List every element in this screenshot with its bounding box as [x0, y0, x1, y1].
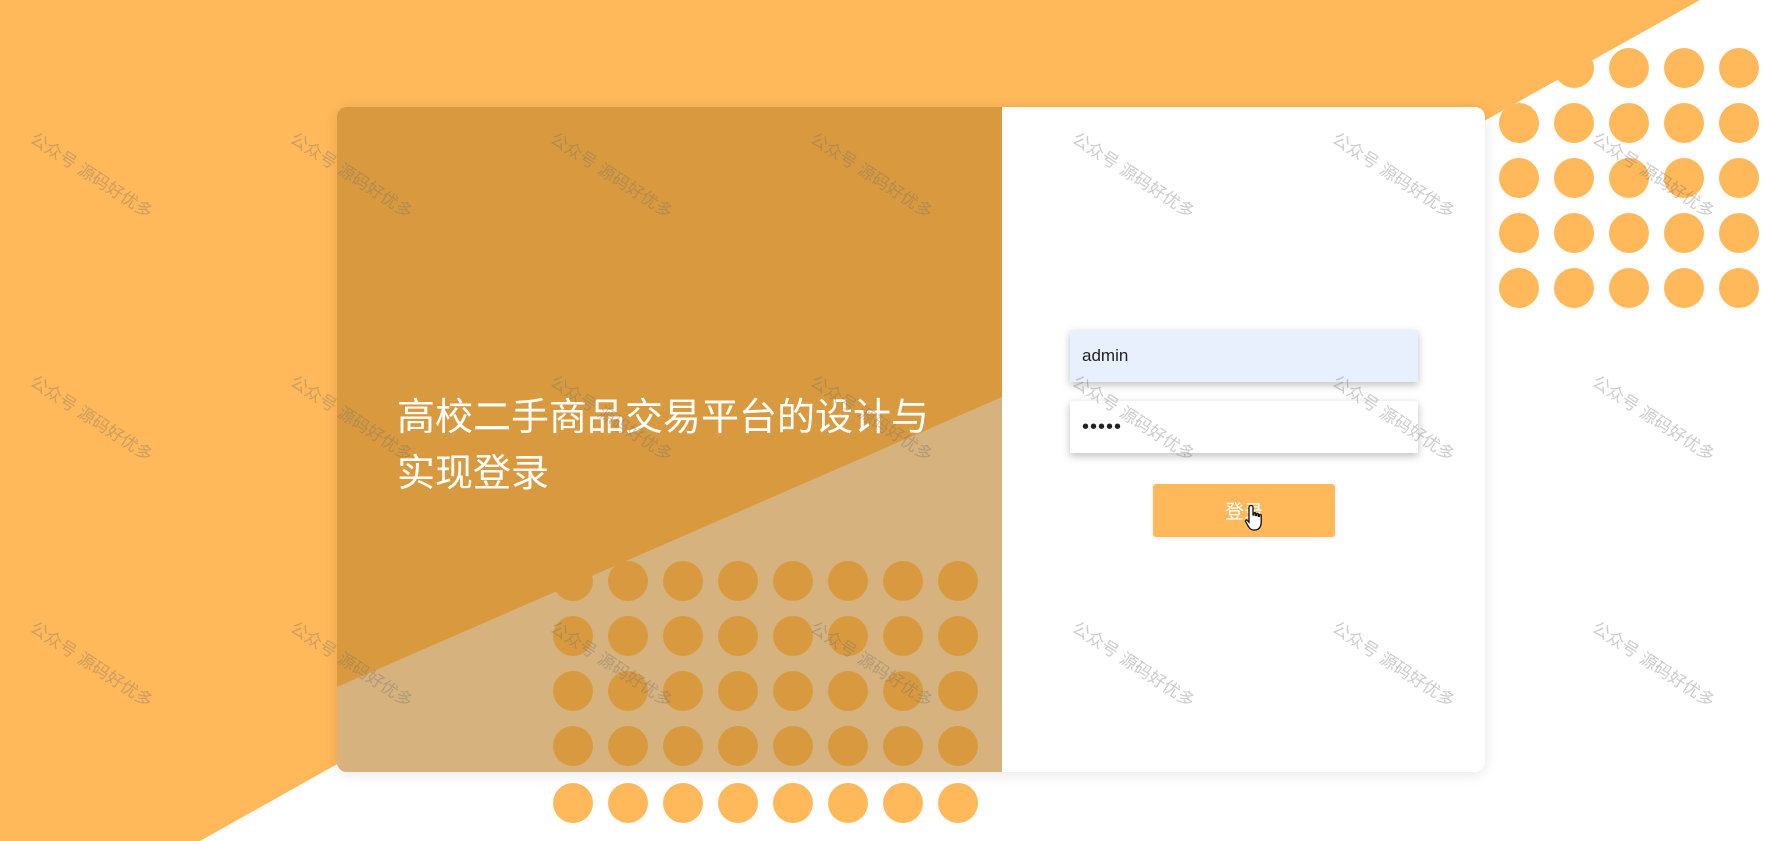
- decorative-dot: [1499, 268, 1539, 308]
- decorative-dot: [663, 616, 703, 656]
- decorative-dot: [883, 783, 923, 823]
- decorative-dot: [773, 616, 813, 656]
- decorative-dot: [938, 726, 978, 766]
- system-title: 高校二手商品交易平台的设计与实现登录: [397, 395, 930, 495]
- decorative-dot: [1719, 268, 1759, 308]
- decorative-dot: [1664, 103, 1704, 143]
- decorative-dot: [1499, 213, 1539, 253]
- decorative-dot: [1609, 48, 1649, 88]
- decorative-dot: [718, 616, 758, 656]
- decorative-dot: [1554, 48, 1594, 88]
- decorative-dot: [828, 561, 868, 601]
- decorative-dot: [883, 726, 923, 766]
- decorative-dot: [883, 671, 923, 711]
- decorative-dot: [1664, 213, 1704, 253]
- decorative-dot: [553, 783, 593, 823]
- decorative-dot: [938, 616, 978, 656]
- decorative-dot: [608, 616, 648, 656]
- decorative-dot: [663, 671, 703, 711]
- decorative-dot: [718, 783, 758, 823]
- decorative-dot: [1609, 213, 1649, 253]
- decorative-dot: [828, 671, 868, 711]
- decorative-dot: [1719, 48, 1759, 88]
- decorative-dot: [1719, 103, 1759, 143]
- decorative-dot: [1664, 48, 1704, 88]
- login-card: 高校二手商品交易平台的设计与实现登录 登录: [337, 107, 1485, 772]
- decorative-dot: [718, 671, 758, 711]
- decorative-dot: [1664, 158, 1704, 198]
- decorative-dot: [773, 561, 813, 601]
- decorative-dot: [1664, 268, 1704, 308]
- decorative-dot: [1499, 158, 1539, 198]
- decorative-dot: [1719, 158, 1759, 198]
- decorative-dot: [553, 616, 593, 656]
- dot-grid-bottom: [553, 783, 978, 823]
- decorative-dot: [1609, 268, 1649, 308]
- decorative-dot: [828, 783, 868, 823]
- login-form-panel: 登录: [1002, 107, 1485, 772]
- decorative-dot: [773, 783, 813, 823]
- decorative-dot: [883, 561, 923, 601]
- decorative-dot: [883, 616, 923, 656]
- decorative-dot: [553, 671, 593, 711]
- decorative-dot: [1609, 158, 1649, 198]
- decorative-dot: [938, 671, 978, 711]
- decorative-dot: [1554, 268, 1594, 308]
- decorative-dot: [1499, 103, 1539, 143]
- decorative-dot: [773, 726, 813, 766]
- decorative-dot: [608, 671, 648, 711]
- decorative-dot: [663, 561, 703, 601]
- decorative-dot: [1719, 213, 1759, 253]
- login-card-left-panel: 高校二手商品交易平台的设计与实现登录: [337, 107, 1002, 772]
- username-input[interactable]: [1070, 330, 1418, 382]
- decorative-dot: [828, 616, 868, 656]
- hand-pointer-icon: [1244, 504, 1262, 531]
- decorative-dot: [608, 726, 648, 766]
- decorative-dot: [1554, 103, 1594, 143]
- decorative-dot: [1499, 48, 1539, 88]
- password-input[interactable]: [1070, 401, 1418, 453]
- decorative-dot: [608, 561, 648, 601]
- decorative-dot: [1554, 213, 1594, 253]
- decorative-dot: [938, 561, 978, 601]
- decorative-dot: [718, 726, 758, 766]
- decorative-dot: [663, 726, 703, 766]
- decorative-dot: [608, 783, 648, 823]
- decorative-dot: [938, 783, 978, 823]
- decorative-dot: [553, 561, 593, 601]
- decorative-dot: [553, 726, 593, 766]
- decorative-dot: [718, 561, 758, 601]
- decorative-dot: [773, 671, 813, 711]
- decorative-dot: [1609, 103, 1649, 143]
- decorative-dot: [828, 726, 868, 766]
- decorative-dot: [1554, 158, 1594, 198]
- decorative-dot: [663, 783, 703, 823]
- login-page: 高校二手商品交易平台的设计与实现登录 登录 公众号 源码好优多公众号 源码好优多…: [0, 0, 1766, 841]
